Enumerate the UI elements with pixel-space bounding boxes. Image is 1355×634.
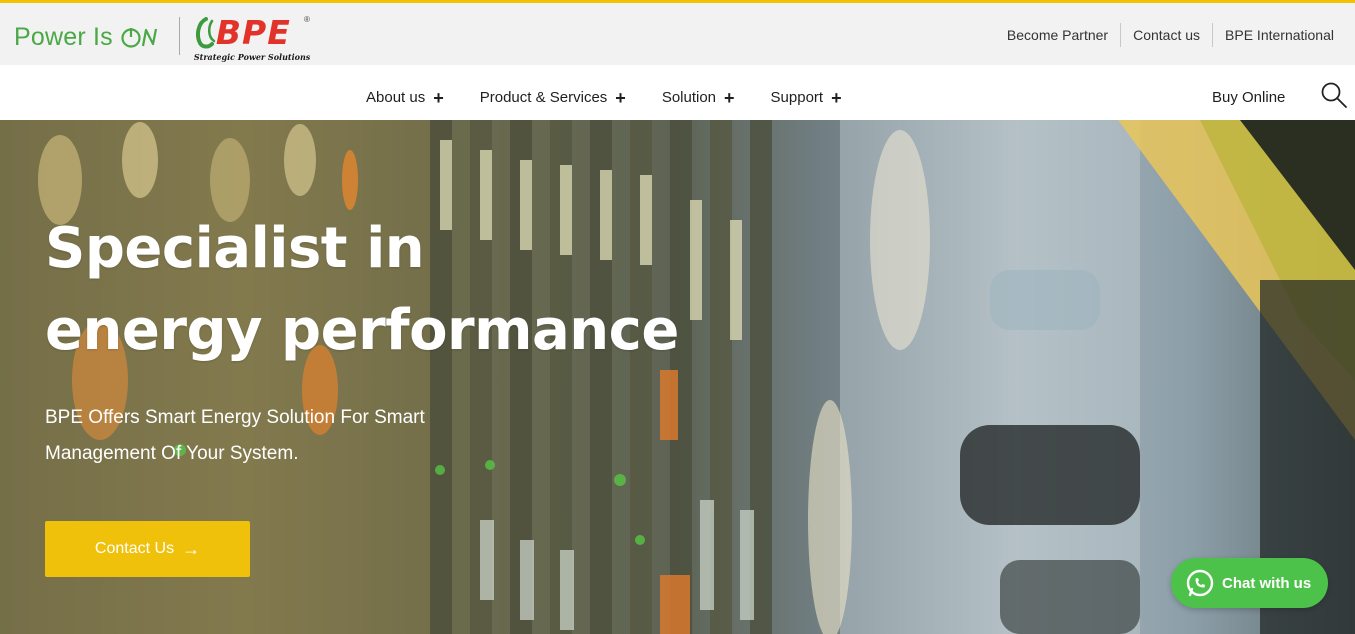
logo-text: BPE	[215, 13, 291, 52]
chat-label: Chat with us	[1222, 574, 1312, 592]
hero-subtitle-line: BPE Offers Smart Energy Solution For Sma…	[45, 407, 425, 428]
top-link-bpe-international[interactable]: BPE International	[1212, 23, 1346, 47]
buy-online-link[interactable]: Buy Online	[1212, 89, 1285, 106]
nav-menu: About us + Product & Services + Solution…	[366, 87, 878, 108]
contact-us-button[interactable]: Contact Us →	[45, 521, 250, 577]
hero-subtitle-line: Management Of Your System.	[45, 443, 299, 464]
power-on-icon	[121, 27, 157, 48]
hero-banner: Specialist in energy performance BPE Off…	[0, 120, 1355, 634]
top-link-contact-us[interactable]: Contact us	[1120, 23, 1212, 47]
plus-icon: +	[724, 87, 735, 108]
plus-icon: +	[831, 87, 842, 108]
nav-item-solution[interactable]: Solution +	[661, 87, 735, 108]
chat-with-us-button[interactable]: Chat with us	[1171, 558, 1328, 608]
bpe-logo[interactable]: BPE ® Strategic Power Solutions	[193, 13, 312, 63]
main-nav: About us + Product & Services + Solution…	[0, 65, 1355, 120]
nav-item-product-services[interactable]: Product & Services +	[479, 87, 626, 108]
tagline-text: Power Is	[14, 23, 113, 51]
tagline: Power Is	[14, 23, 163, 52]
nav-item-label: Solution	[661, 89, 717, 106]
top-link-become-partner[interactable]: Become Partner	[995, 23, 1120, 47]
hero-title: Specialist in energy performance	[45, 208, 805, 372]
whatsapp-icon	[1186, 569, 1214, 597]
plus-icon: +	[615, 87, 626, 108]
nav-item-label: Product & Services	[479, 89, 608, 106]
logo-subtitle: Strategic Power Solutions	[193, 52, 311, 62]
hero-title-line: Specialist in	[45, 216, 425, 281]
nav-item-label: Support	[770, 89, 824, 106]
nav-item-about-us[interactable]: About us +	[366, 87, 444, 108]
brand-divider	[178, 17, 180, 55]
top-links: Become Partner Contact us BPE Internatio…	[995, 23, 1346, 47]
plus-icon: +	[433, 87, 444, 108]
search-icon[interactable]	[1320, 81, 1348, 109]
hero-title-line: energy performance	[45, 298, 679, 363]
top-bar: Power Is BPE ® Strategic Power Solutions…	[0, 0, 1355, 65]
nav-item-support[interactable]: Support +	[770, 87, 842, 108]
arrow-right-icon: →	[182, 538, 201, 559]
hero-subtitle: BPE Offers Smart Energy Solution For Sma…	[45, 400, 565, 472]
brand[interactable]: Power Is BPE ® Strategic Power Solutions	[14, 13, 312, 63]
nav-item-label: About us	[366, 89, 426, 106]
registered-mark: ®	[303, 15, 310, 24]
contact-us-label: Contact Us	[94, 540, 175, 557]
